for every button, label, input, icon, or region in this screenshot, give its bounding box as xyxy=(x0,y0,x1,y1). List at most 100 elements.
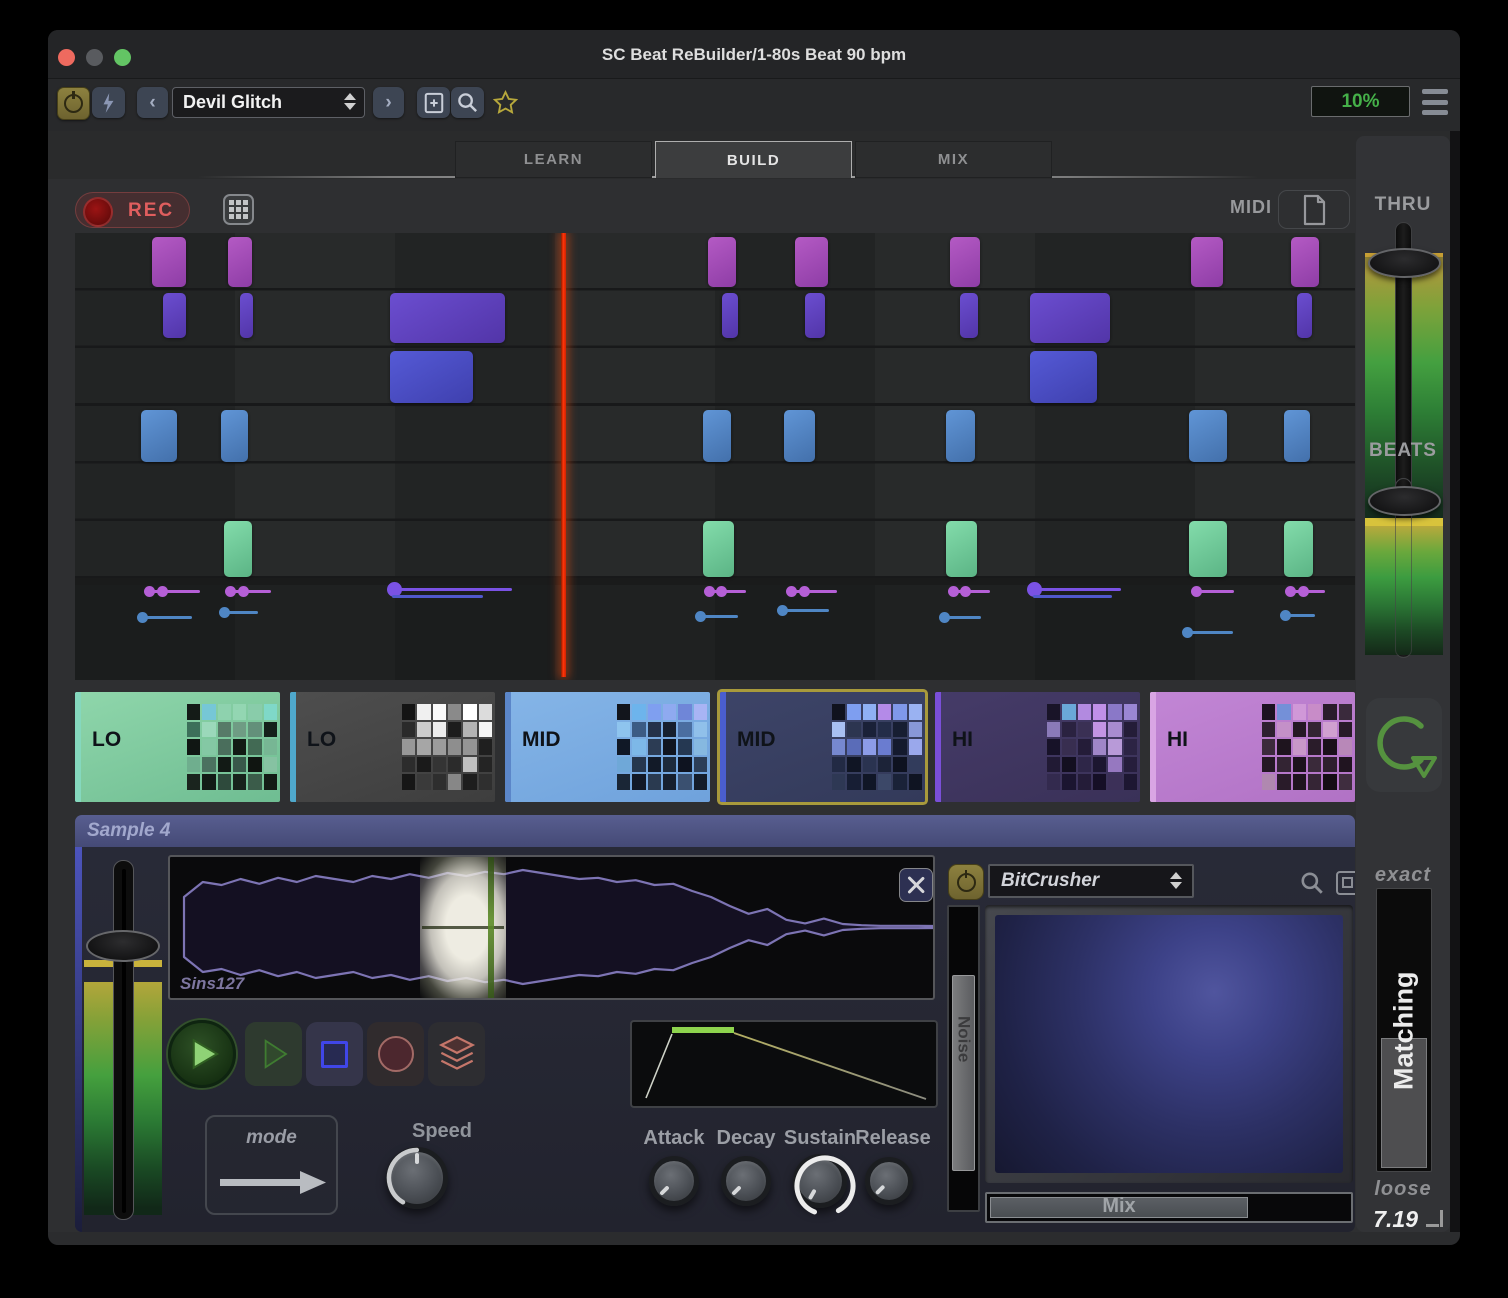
play-once-button[interactable] xyxy=(245,1022,302,1086)
new-preset-button[interactable] xyxy=(417,87,450,118)
automation-point[interactable] xyxy=(786,586,797,597)
seq-note[interactable] xyxy=(224,521,252,577)
seq-note[interactable] xyxy=(784,410,815,462)
seq-note[interactable] xyxy=(228,237,252,287)
fx-search-button[interactable] xyxy=(1295,866,1328,899)
prev-preset-button[interactable]: ‹ xyxy=(137,87,168,118)
automation-point[interactable] xyxy=(948,586,959,597)
sync-button[interactable] xyxy=(92,87,125,118)
stop-button[interactable] xyxy=(306,1022,363,1086)
tab-learn[interactable]: LEARN xyxy=(455,141,652,178)
close-sample-button[interactable] xyxy=(899,868,933,902)
sample-fader-track[interactable] xyxy=(113,860,134,1220)
automation-point[interactable] xyxy=(1191,586,1202,597)
sample-fader-handle[interactable] xyxy=(86,930,160,962)
play-button[interactable] xyxy=(168,1020,236,1088)
mode-selector[interactable]: mode xyxy=(205,1115,338,1215)
fx-select[interactable]: BitCrusher xyxy=(988,864,1194,898)
seq-note[interactable] xyxy=(708,237,736,287)
preset-select[interactable]: Devil Glitch xyxy=(172,87,365,118)
tab-mix[interactable]: MIX xyxy=(855,141,1052,178)
seq-note[interactable] xyxy=(141,410,177,462)
thru-slider-handle[interactable] xyxy=(1368,248,1441,278)
pad-hi-1[interactable]: HI xyxy=(935,692,1140,802)
automation-point[interactable] xyxy=(695,611,706,622)
seq-note[interactable] xyxy=(1030,351,1097,403)
xy-pad[interactable] xyxy=(995,915,1343,1173)
seq-note[interactable] xyxy=(390,293,505,343)
seq-note[interactable] xyxy=(390,351,473,403)
seq-note[interactable] xyxy=(1030,293,1110,343)
pad-lo-1[interactable]: LO xyxy=(75,692,280,802)
tab-build[interactable]: BUILD xyxy=(655,141,852,178)
automation-point[interactable] xyxy=(157,586,168,597)
noise-slider[interactable]: Noise xyxy=(947,905,980,1212)
automation-line[interactable] xyxy=(390,588,512,591)
fx-power-button[interactable] xyxy=(948,864,984,900)
beats-slider-handle[interactable] xyxy=(1368,486,1441,516)
automation-point[interactable] xyxy=(144,586,155,597)
seq-note[interactable] xyxy=(240,293,253,338)
speed-knob[interactable] xyxy=(386,1147,448,1209)
record-button[interactable]: REC xyxy=(75,192,190,228)
automation-line[interactable] xyxy=(392,595,483,598)
loop-button[interactable] xyxy=(1366,698,1442,792)
automation-point[interactable] xyxy=(704,586,715,597)
seq-note[interactable] xyxy=(722,293,738,338)
seq-note[interactable] xyxy=(1291,237,1319,287)
noise-slider-handle[interactable]: Noise xyxy=(952,975,975,1171)
next-preset-button[interactable]: › xyxy=(373,87,404,118)
automation-point[interactable] xyxy=(777,605,788,616)
automation-point[interactable] xyxy=(716,586,727,597)
pad-lo-2[interactable]: LO xyxy=(290,692,495,802)
mix-slider[interactable]: Mix xyxy=(985,1192,1353,1223)
fx-expand-button[interactable] xyxy=(1331,866,1355,899)
seq-note[interactable] xyxy=(805,293,825,338)
power-button[interactable] xyxy=(57,87,90,120)
attack-knob[interactable] xyxy=(649,1156,699,1206)
seq-note[interactable] xyxy=(946,521,977,577)
automation-point[interactable] xyxy=(1285,586,1296,597)
seq-note[interactable] xyxy=(163,293,186,338)
menu-button[interactable] xyxy=(1422,89,1448,115)
waveform-playhead[interactable] xyxy=(488,857,494,998)
release-knob[interactable] xyxy=(865,1157,913,1205)
automation-point[interactable] xyxy=(137,612,148,623)
automation-point[interactable] xyxy=(960,586,971,597)
seq-note[interactable] xyxy=(1284,521,1313,577)
playhead[interactable] xyxy=(561,233,566,677)
automation-line[interactable] xyxy=(1033,595,1112,598)
automation-point[interactable] xyxy=(225,586,236,597)
automation-point[interactable] xyxy=(1280,610,1291,621)
seq-note[interactable] xyxy=(703,521,734,577)
automation-point[interactable] xyxy=(799,586,810,597)
seq-note[interactable] xyxy=(1297,293,1312,338)
layers-button[interactable] xyxy=(428,1022,485,1086)
seq-note[interactable] xyxy=(703,410,731,462)
seq-note[interactable] xyxy=(1189,521,1227,577)
pad-hi-2[interactable]: HI xyxy=(1150,692,1355,802)
seq-note[interactable] xyxy=(795,237,828,287)
seq-note[interactable] xyxy=(946,410,975,462)
midi-export-button[interactable] xyxy=(1278,190,1350,229)
automation-line[interactable] xyxy=(1030,588,1121,591)
seq-note[interactable] xyxy=(1189,410,1227,462)
envelope-display[interactable] xyxy=(630,1020,938,1108)
automation-point[interactable] xyxy=(238,586,249,597)
seq-note[interactable] xyxy=(152,237,186,287)
seq-note[interactable] xyxy=(1284,410,1310,462)
automation-point[interactable] xyxy=(219,607,230,618)
search-preset-button[interactable] xyxy=(451,87,484,118)
favorite-button[interactable] xyxy=(489,87,522,118)
decay-knob[interactable] xyxy=(721,1156,771,1206)
waveform-display[interactable]: Sins127 xyxy=(168,855,935,1000)
seq-note[interactable] xyxy=(221,410,248,462)
automation-point[interactable] xyxy=(1298,586,1309,597)
pad-mid-2-selected[interactable]: MID xyxy=(720,692,925,802)
quantize-grid-button[interactable] xyxy=(223,194,254,225)
sustain-knob[interactable] xyxy=(793,1154,847,1208)
step-grid[interactable] xyxy=(75,233,1355,680)
automation-point[interactable] xyxy=(939,612,950,623)
seq-note[interactable] xyxy=(1191,237,1223,287)
seq-note[interactable] xyxy=(950,237,980,287)
